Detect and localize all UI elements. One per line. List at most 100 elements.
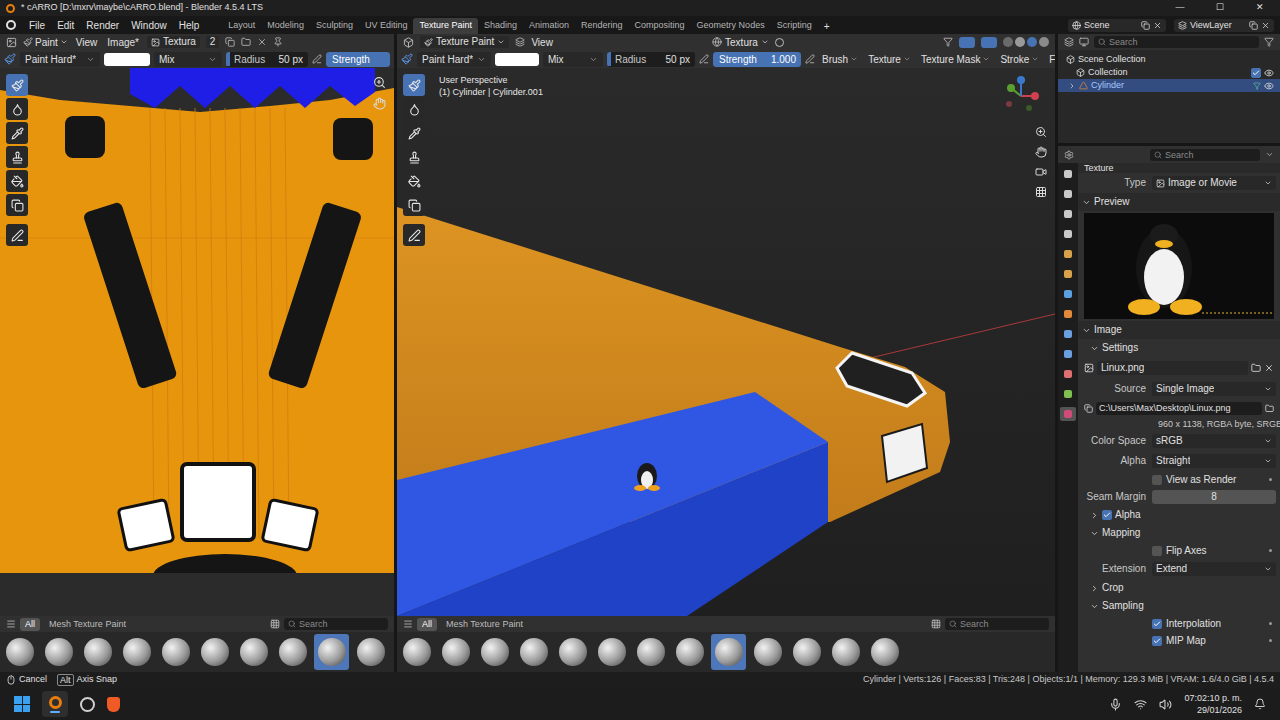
mic-icon[interactable] [1109,698,1122,711]
strength-slider[interactable]: Strength [326,52,390,67]
shelf-search[interactable]: Search [284,618,388,630]
workspace-tab[interactable]: Rendering [575,18,629,34]
checkbox-row[interactable]: Flip Axes [1078,542,1280,559]
workspace-tab[interactable]: Scripting [771,18,818,34]
tool-button[interactable] [403,224,425,246]
brush-thumbnail[interactable] [314,634,349,670]
brush-selector[interactable]: Paint Hard* [20,52,100,67]
users-count[interactable]: 2 [206,36,220,48]
header-menu[interactable]: View [531,35,553,50]
clock[interactable]: 07:02:10 p. m.29/01/2026 [1184,692,1242,716]
zoom-icon[interactable] [1035,126,1047,138]
shelf-tab[interactable]: All [417,618,437,631]
axis-gizmo-icon[interactable] [1001,76,1041,116]
brush-selector[interactable]: Paint Hard* [417,52,491,67]
number-field[interactable]: 8 [1152,490,1276,504]
volume-icon[interactable] [1159,698,1172,711]
brush-thumbnail[interactable] [711,634,746,670]
panel-popover[interactable]: Texture [865,52,914,67]
panel-header[interactable]: Image [1078,321,1280,339]
notification-icon[interactable] [1254,698,1266,710]
mode-selector[interactable]: Paint [23,35,68,50]
zoom-icon[interactable] [373,76,386,89]
brave-app-icon[interactable] [107,697,120,712]
workspace-tab[interactable]: Animation [523,18,575,34]
panel-header[interactable]: Texture [1078,163,1280,173]
panel-header[interactable]: Alpha [1078,506,1280,524]
outliner-row[interactable]: Scene Collection [1058,53,1280,66]
image-selector[interactable]: Textura [147,36,200,48]
display-mode-icon[interactable] [1079,37,1089,47]
tool-button[interactable] [403,146,425,168]
grid-icon[interactable] [1035,186,1047,198]
visibility-icon[interactable] [1264,68,1274,78]
tool-button[interactable] [403,74,425,96]
brush-thumbnail[interactable] [236,634,271,670]
brush-thumbnail[interactable] [399,634,434,670]
checkbox[interactable] [1251,68,1261,78]
panel-popover[interactable]: Stroke [997,52,1042,67]
radius-field[interactable]: Radius50 px [226,52,308,67]
workspace-tab[interactable]: UV Editing [359,18,414,34]
filepath[interactable]: C:\Users\Max\Desktop\Linux.png [1096,402,1262,415]
tool-button[interactable] [6,194,28,216]
property-tab[interactable] [1060,387,1076,401]
property-tab[interactable] [1060,327,1076,341]
pressure-icon[interactable] [699,54,709,64]
scene-selector[interactable]: Scene [1068,19,1166,32]
panel-header[interactable]: Mapping [1078,524,1280,542]
tool-button[interactable] [403,98,425,120]
tool-button[interactable] [6,122,28,144]
workspace-tab[interactable]: Sculpting [310,18,359,34]
checkbox[interactable] [1152,475,1162,485]
header-menu[interactable]: View [74,35,100,50]
window-control[interactable]: ☐ [1200,1,1240,15]
brush-thumbnail[interactable] [867,634,902,670]
shelf-tab[interactable]: Mesh Texture Paint [441,618,528,631]
property-tab[interactable] [1060,267,1076,281]
menu-item[interactable]: Edit [52,18,79,33]
overlay-toggle[interactable] [981,37,997,48]
shelf-tab[interactable]: All [20,618,40,631]
windows-logo-icon[interactable] [14,696,30,712]
checkbox-row[interactable]: View as Render [1078,471,1280,488]
brush-thumbnail[interactable] [119,634,154,670]
window-control[interactable]: ✕ [1240,1,1280,15]
editor-type-icon[interactable] [1064,37,1074,47]
dropdown[interactable]: sRGB [1152,434,1276,448]
panel-header[interactable]: Settings [1078,339,1280,357]
panel-header[interactable]: Crop [1078,579,1280,597]
brush-thumbnail[interactable] [275,634,310,670]
checkbox[interactable] [1152,636,1162,646]
image-icon[interactable] [1084,363,1094,373]
add-workspace[interactable]: + [818,18,836,34]
visibility-icon[interactable] [943,37,953,47]
property-tab[interactable] [1060,247,1076,261]
header-menu[interactable]: Image* [105,35,141,50]
tool-button[interactable] [6,98,28,120]
radius-field[interactable]: Radius50 px [607,52,695,67]
property-tab[interactable] [1060,167,1076,181]
pin-icon[interactable] [273,37,283,47]
chevron-icon[interactable] [1265,150,1274,159]
blender-app-icon[interactable] [42,691,68,717]
outliner-search[interactable]: Search [1094,36,1259,48]
property-tab[interactable] [1060,307,1076,321]
dropdown[interactable]: Straight [1152,454,1276,468]
workspace-tab[interactable]: Compositing [629,18,691,34]
menu-icon[interactable] [403,619,413,629]
color-swatch[interactable] [495,53,539,66]
brush-thumbnail[interactable] [672,634,707,670]
brush-thumbnail[interactable] [789,634,824,670]
display-icon[interactable] [931,619,941,629]
brush-thumbnail[interactable] [633,634,668,670]
property-tab[interactable] [1060,287,1076,301]
tool-button[interactable] [6,170,28,192]
editor-type-icon[interactable] [403,37,414,48]
tool-button[interactable] [6,224,28,246]
pressure-icon[interactable] [805,54,815,64]
brush-thumbnail[interactable] [80,634,115,670]
checkbox-row[interactable]: MIP Map [1078,632,1280,649]
duplicate-icon[interactable] [225,37,235,47]
brush-thumbnail[interactable] [516,634,551,670]
